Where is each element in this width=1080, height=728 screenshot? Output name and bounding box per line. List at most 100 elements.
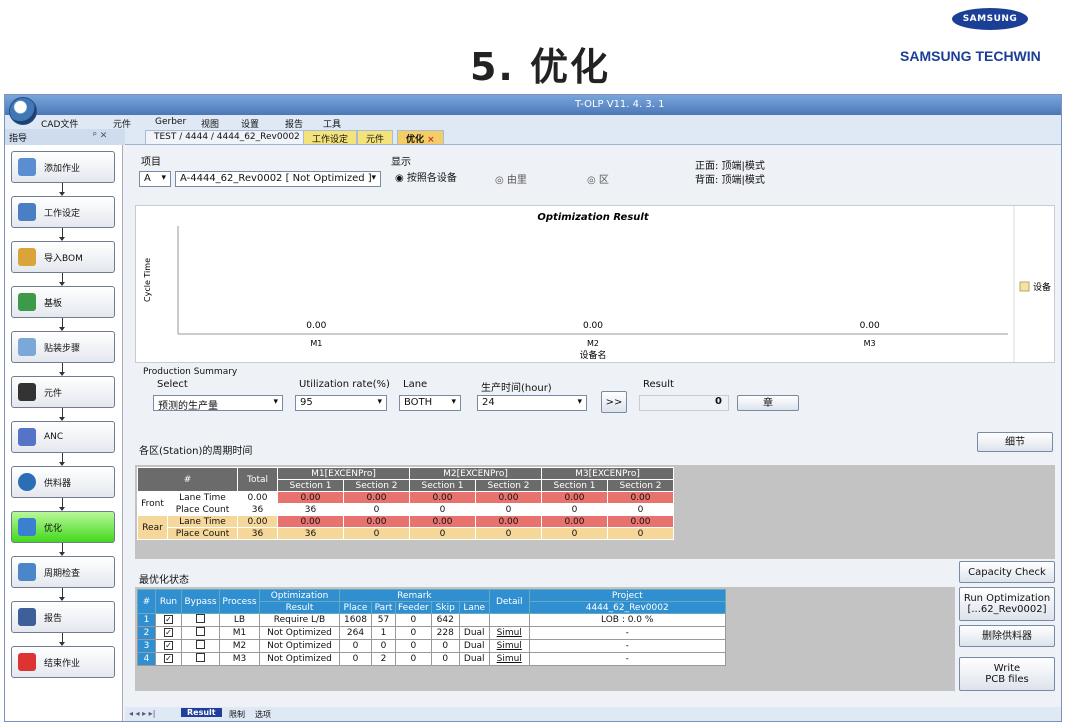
tab-component[interactable]: 元件 xyxy=(357,130,394,145)
production-time-select[interactable]: 24 xyxy=(477,395,587,411)
close-icon[interactable]: × xyxy=(427,135,435,145)
simul-link[interactable]: Simul xyxy=(488,652,530,666)
cell: 0.00 xyxy=(237,515,278,528)
display-option-by-machine[interactable]: ◉ 按照各设备 xyxy=(395,169,457,184)
sheet-tab-options[interactable]: 选项 xyxy=(255,709,271,720)
display-option-zone[interactable]: ◎ 区 xyxy=(587,171,609,186)
app-window: T-OLP V11. 4. 3. 1 CAD文件 元件 Gerber 视图 设置… xyxy=(4,94,1062,722)
bypass-checkbox[interactable] xyxy=(181,626,220,640)
check-icon: ✓ xyxy=(164,615,173,624)
simul-link[interactable]: Simul xyxy=(488,639,530,653)
row-label: Place Count xyxy=(167,503,238,516)
col-header: Place xyxy=(339,601,372,614)
legend-swatch xyxy=(1019,281,1030,292)
nav-pin-close[interactable]: ᵖ ✕ xyxy=(93,131,107,141)
cell: 0 xyxy=(343,527,410,540)
data-label: 0.00 xyxy=(306,321,326,331)
table-row: Place Count 36 36 0 0 0 0 0 xyxy=(138,503,674,516)
unit-button[interactable]: 章 xyxy=(737,395,799,411)
nav-add-job[interactable]: 添加作业 xyxy=(11,151,115,183)
nav-feeder[interactable]: 供料器 xyxy=(11,466,115,498)
lane-select[interactable]: BOTH xyxy=(399,395,461,411)
cell: 0 xyxy=(371,639,396,653)
detail-button[interactable]: 细节 xyxy=(977,432,1053,452)
cell: - xyxy=(528,652,726,666)
display-option-inside[interactable]: ◎ 由里 xyxy=(495,171,527,186)
utilization-select[interactable]: 95 xyxy=(295,395,387,411)
section-header: Section 2 xyxy=(475,479,542,492)
sheet-nav-arrows[interactable]: ◂ ◂ ▸ ▸| xyxy=(129,709,155,718)
button-label: [...62_Rev0002] xyxy=(967,604,1047,615)
bypass-checkbox[interactable] xyxy=(181,652,220,666)
production-time-label: 生产时间(hour) xyxy=(481,383,552,394)
project-select[interactable]: A-4444_62_Rev0002 [ Not Optimized ] xyxy=(175,171,381,187)
cell: 0 xyxy=(339,639,372,653)
nav-label: 周期检查 xyxy=(44,568,81,579)
nav-connector xyxy=(59,633,65,646)
nav-mount-steps[interactable]: 贴装步骤 xyxy=(11,331,115,363)
run-checkbox[interactable]: ✓ xyxy=(155,639,182,653)
cell: 0.00 xyxy=(475,515,542,528)
cell: 0.00 xyxy=(237,491,278,504)
bypass-checkbox[interactable] xyxy=(181,639,220,653)
nav-cycle-check[interactable]: 周期检查 xyxy=(11,556,115,588)
nav-anc[interactable]: ANC xyxy=(11,421,115,453)
cell: 0 xyxy=(409,503,476,516)
nav-board[interactable]: 基板 xyxy=(11,286,115,318)
production-summary-title: Production Summary xyxy=(143,367,238,377)
cell: Not Optimized xyxy=(259,626,340,640)
nav-import-bom[interactable]: 导入BOM xyxy=(11,241,115,273)
nav-component[interactable]: 元件 xyxy=(11,376,115,408)
cell: - xyxy=(528,639,726,653)
col-header: Project xyxy=(528,589,726,602)
app-title: T-OLP V11. 4. 3. 1 xyxy=(575,99,665,110)
run-optimization-button[interactable]: Run Optimization [...62_Rev0002] xyxy=(959,587,1055,621)
delete-feeder-button[interactable]: 删除供料器 xyxy=(959,625,1055,647)
production-select[interactable]: 预测的生产量 xyxy=(153,395,283,412)
calculate-button[interactable]: >> xyxy=(601,391,627,413)
cell: 0 xyxy=(395,613,432,627)
tab-optimize[interactable]: 优化 × xyxy=(397,130,444,145)
cell xyxy=(488,613,530,627)
tick-label: M3 xyxy=(864,339,876,348)
nav-job-settings[interactable]: 工作设定 xyxy=(11,196,115,228)
item-code-select[interactable]: A xyxy=(139,171,171,187)
row-label: Lane Time xyxy=(167,515,238,528)
tab-project-path[interactable]: TEST / 4444 / 4444_62_Rev0002 xyxy=(145,130,309,144)
nav-label: 导入BOM xyxy=(44,253,83,264)
option-label: 区 xyxy=(598,175,609,186)
cell: 0.00 xyxy=(607,515,674,528)
col-header: Skip xyxy=(430,601,460,614)
total-header: Total xyxy=(237,467,278,492)
legend-label: 设备 xyxy=(1033,281,1051,293)
capacity-check-button[interactable]: Capacity Check xyxy=(959,561,1055,583)
nav-label: 元件 xyxy=(44,388,63,399)
sheet-tab-result[interactable]: Result xyxy=(181,708,222,717)
nav-report[interactable]: 报告 xyxy=(11,601,115,633)
col-header: Bypass xyxy=(181,589,220,614)
row-number: 4 xyxy=(137,652,156,666)
menu-gerber[interactable]: Gerber xyxy=(155,117,186,127)
nav-header-label: 指导 xyxy=(9,134,28,144)
app-menu-orb[interactable] xyxy=(9,97,37,125)
cell: Dual xyxy=(458,652,490,666)
button-label: PCB files xyxy=(985,674,1029,685)
check-icon: ✓ xyxy=(164,641,173,650)
display-label: 显示 xyxy=(391,157,411,168)
table-row: Front Lane Time 0.00 0.00 0.00 0.00 0.00 0.00 0.… xyxy=(137,491,674,516)
row-number: 1 xyxy=(137,613,156,627)
nav-end-job[interactable]: 结束作业 xyxy=(11,646,115,678)
simul-link[interactable]: Simul xyxy=(488,626,530,640)
col-header: Run xyxy=(155,589,182,614)
bypass-checkbox[interactable] xyxy=(181,613,220,627)
cell: 0 xyxy=(475,503,542,516)
tab-job-settings[interactable]: 工作设定 xyxy=(303,130,358,145)
run-checkbox[interactable]: ✓ xyxy=(155,652,182,666)
write-pcb-files-button[interactable]: Write PCB files xyxy=(959,657,1055,691)
run-checkbox[interactable]: ✓ xyxy=(155,626,182,640)
sheet-tab-limit[interactable]: 限制 xyxy=(229,709,245,720)
run-checkbox[interactable]: ✓ xyxy=(155,613,182,627)
samsung-logo: SAMSUNG xyxy=(952,8,1028,30)
menu-bar: CAD文件 元件 Gerber 视图 设置 报告 工具 xyxy=(5,115,1061,130)
nav-optimize[interactable]: 优化 xyxy=(11,511,115,543)
